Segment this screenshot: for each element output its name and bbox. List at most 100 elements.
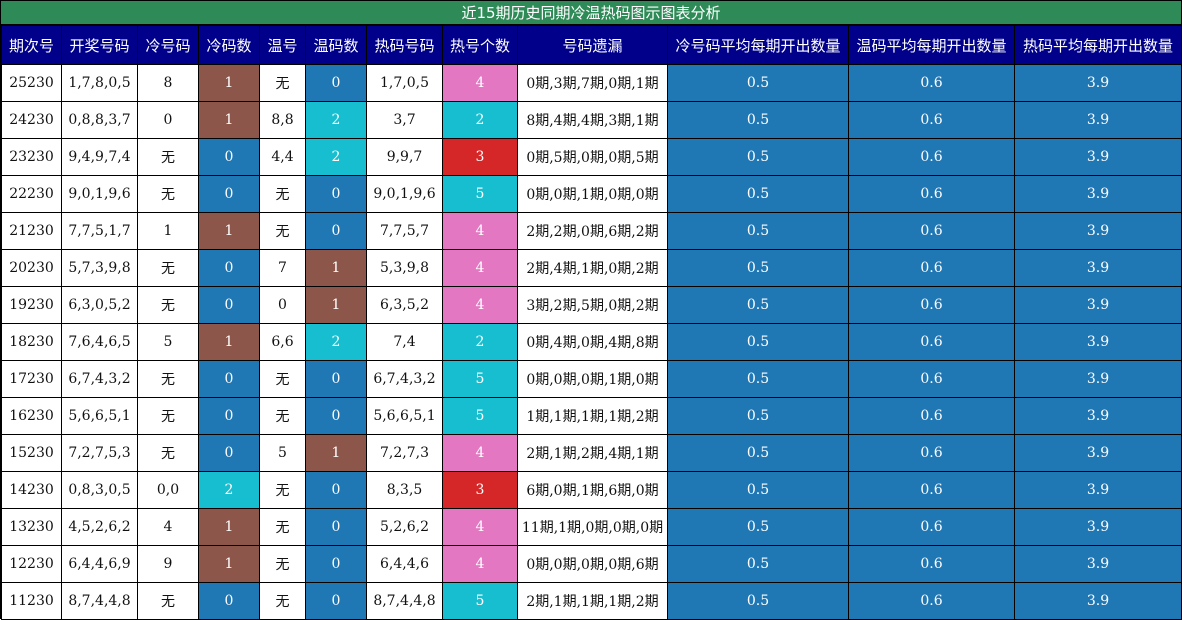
page-title: 近15期历史同期冷温热码图示图表分析 [1,1,1181,25]
cell-avg-cold: 0.5 [667,101,849,139]
cell-hot: 7,4 [366,323,443,361]
cell-cold-count: 0 [198,138,260,176]
cell-cold-count: 1 [198,508,260,546]
cell-cold: 无 [137,434,199,472]
cell-cold-count: 1 [198,545,260,583]
cell-cold: 0,0 [137,471,199,509]
cell-cold: 9 [137,545,199,583]
cell-cold: 8 [137,64,199,102]
cell-avg-hot: 3.9 [1014,249,1182,287]
cell-period: 19230 [1,286,62,324]
cell-warm-count: 0 [305,175,367,213]
cell-miss: 1期,1期,1期,1期,2期 [517,397,668,435]
cell-avg-cold: 0.5 [667,286,849,324]
header-cold: 冷号码 [137,25,199,65]
cell-warm: 0 [259,286,306,324]
cell-cold-count: 0 [198,582,260,620]
cell-warm-count: 0 [305,397,367,435]
cell-draw: 0,8,8,3,7 [61,101,138,139]
cell-hot-count: 2 [442,323,518,361]
cell-avg-warm: 0.6 [848,471,1015,509]
cell-cold: 1 [137,212,199,250]
cell-hot-count: 5 [442,582,518,620]
cell-hot: 6,3,5,2 [366,286,443,324]
cell-hot: 7,2,7,3 [366,434,443,472]
cell-draw: 6,3,0,5,2 [61,286,138,324]
cell-cold-count: 1 [198,64,260,102]
cell-miss: 2期,1期,1期,1期,2期 [517,582,668,620]
cell-warm-count: 2 [305,101,367,139]
cell-avg-cold: 0.5 [667,397,849,435]
cell-avg-cold: 0.5 [667,212,849,250]
cell-cold: 无 [137,175,199,213]
cell-cold: 5 [137,323,199,361]
table-row: 23230 9,4,9,7,4 无 0 4,4 2 9,9,7 3 0期,5期,0期,0期,5期… [1,138,1182,176]
header-avg-hot: 热码平均每期开出数量 [1014,25,1182,65]
cell-warm: 7 [259,249,306,287]
cell-draw: 5,6,6,5,1 [61,397,138,435]
cell-warm: 无 [259,64,306,102]
cell-draw: 9,4,9,7,4 [61,138,138,176]
cell-draw: 0,8,3,0,5 [61,471,138,509]
cell-hot: 8,7,4,4,8 [366,582,443,620]
cell-hot-count: 4 [442,286,518,324]
cell-warm: 无 [259,360,306,398]
cell-draw: 4,5,2,6,2 [61,508,138,546]
cell-hot-count: 5 [442,397,518,435]
cell-avg-warm: 0.6 [848,397,1015,435]
cell-hot: 1,7,0,5 [366,64,443,102]
cell-cold: 无 [137,249,199,287]
cell-avg-warm: 0.6 [848,101,1015,139]
cell-cold-count: 1 [198,323,260,361]
cell-warm-count: 1 [305,249,367,287]
cell-avg-warm: 0.6 [848,286,1015,324]
cell-cold: 无 [137,582,199,620]
table-row: 20230 5,7,3,9,8 无 0 7 1 5,3,9,8 4 2期,4期,1期,0期,2期… [1,249,1182,287]
cell-period: 21230 [1,212,62,250]
cell-miss: 0期,5期,0期,0期,5期 [517,138,668,176]
cell-cold: 4 [137,508,199,546]
header-hot: 热码号码 [366,25,443,65]
table-row: 22230 9,0,1,9,6 无 0 无 0 9,0,1,9,6 5 0期,0期,1期,0期,… [1,175,1182,213]
cell-period: 12230 [1,545,62,583]
cell-draw: 9,0,1,9,6 [61,175,138,213]
cell-warm-count: 2 [305,138,367,176]
cell-period: 20230 [1,249,62,287]
table-row: 13230 4,5,2,6,2 4 1 无 0 5,2,6,2 4 11期,1期,0期,0期,0… [1,508,1182,546]
cell-avg-hot: 3.9 [1014,323,1182,361]
cell-draw: 5,7,3,9,8 [61,249,138,287]
cell-avg-cold: 0.5 [667,249,849,287]
cell-miss: 0期,4期,0期,4期,8期 [517,323,668,361]
cell-avg-hot: 3.9 [1014,582,1182,620]
cell-period: 24230 [1,101,62,139]
cell-draw: 7,6,4,6,5 [61,323,138,361]
cell-period: 11230 [1,582,62,620]
cell-warm-count: 0 [305,360,367,398]
cell-avg-hot: 3.9 [1014,397,1182,435]
cell-hot-count: 3 [442,471,518,509]
cell-avg-cold: 0.5 [667,582,849,620]
cell-warm: 无 [259,212,306,250]
table-row: 15230 7,2,7,5,3 无 0 5 1 7,2,7,3 4 2期,1期,2期,4期,1期… [1,434,1182,472]
header-warm-count: 温码数 [305,25,367,65]
cell-miss: 0期,0期,0期,1期,0期 [517,360,668,398]
table-row: 17230 6,7,4,3,2 无 0 无 0 6,7,4,3,2 5 0期,0期,0期,1期,… [1,360,1182,398]
cell-avg-cold: 0.5 [667,508,849,546]
cell-miss: 2期,1期,2期,4期,1期 [517,434,668,472]
cell-cold: 无 [137,397,199,435]
cell-period: 13230 [1,508,62,546]
cell-miss: 2期,4期,1期,0期,2期 [517,249,668,287]
cell-period: 17230 [1,360,62,398]
cell-avg-warm: 0.6 [848,545,1015,583]
cell-avg-hot: 3.9 [1014,508,1182,546]
cell-warm-count: 2 [305,323,367,361]
cell-avg-cold: 0.5 [667,64,849,102]
cell-draw: 7,7,5,1,7 [61,212,138,250]
cell-avg-cold: 0.5 [667,323,849,361]
cell-hot: 5,6,6,5,1 [366,397,443,435]
table-row: 12230 6,4,4,6,9 9 1 无 0 6,4,4,6 4 0期,0期,0期,0期,6期… [1,545,1182,583]
cell-avg-cold: 0.5 [667,360,849,398]
cell-miss: 0期,3期,7期,0期,1期 [517,64,668,102]
cell-hot-count: 2 [442,101,518,139]
cell-draw: 1,7,8,0,5 [61,64,138,102]
